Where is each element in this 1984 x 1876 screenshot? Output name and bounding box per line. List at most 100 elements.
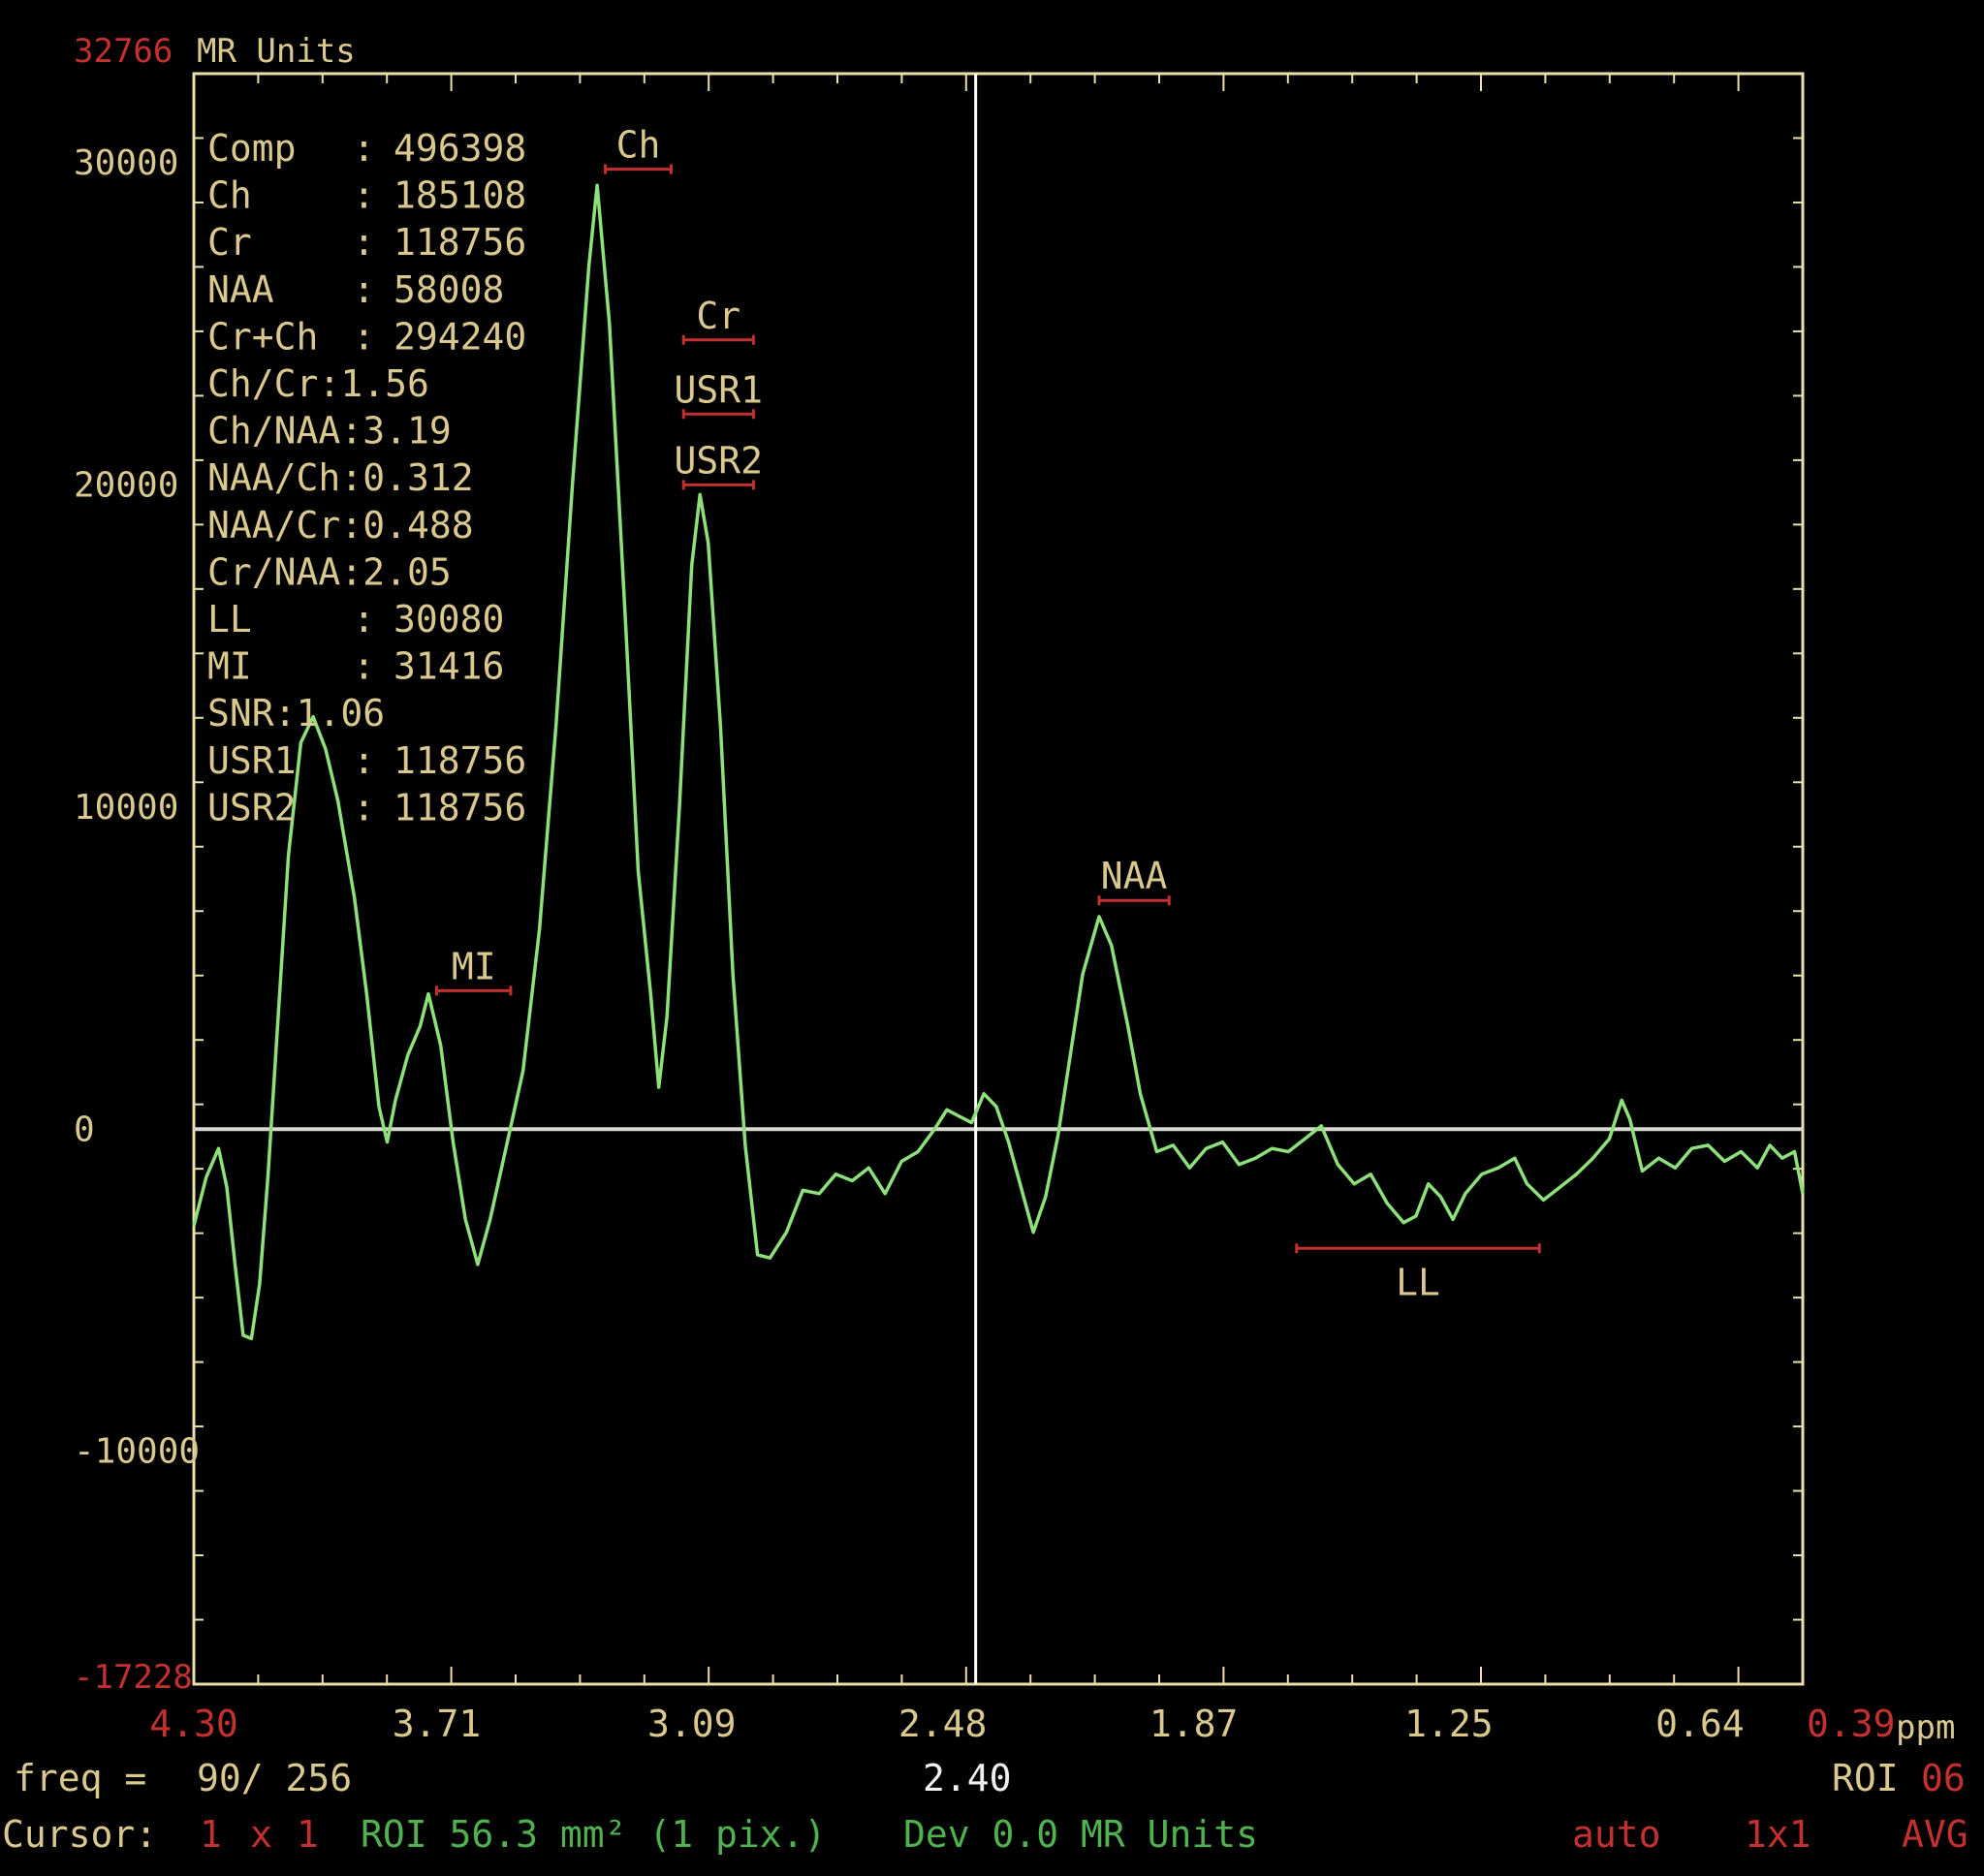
- stat-name: LL: [207, 598, 252, 641]
- footer-row-2: Cursor: 1 x 1 ROI 56.3 mm² (1 pix.) Dev …: [0, 1810, 1984, 1859]
- cursor-coord-b[interactable]: 1: [297, 1810, 319, 1859]
- y-tick-label: 10000: [74, 788, 178, 828]
- stat-value: 294240: [394, 315, 526, 358]
- stat-row: MI:31416: [207, 645, 504, 688]
- stat-row: Comp:496398: [207, 127, 526, 170]
- stat-name: Ch: [207, 174, 252, 217]
- stat-separator: :: [353, 174, 375, 217]
- stat-row: Ch/Cr:1.56: [207, 362, 429, 405]
- stat-name: NAA/Cr: [207, 504, 340, 547]
- x-tick-label: 1.87: [1149, 1703, 1239, 1745]
- stat-value: 30080: [394, 598, 504, 641]
- freq-value: 90/ 256: [197, 1757, 353, 1799]
- mode-avg[interactable]: AVG: [1902, 1810, 1968, 1859]
- cursor-label: Cursor:: [2, 1813, 158, 1856]
- marker-label: NAA: [1101, 855, 1168, 897]
- stat-name: NAA: [207, 268, 274, 311]
- spectrum-plot: 32766 MR Units 30000 20000 10000 0 -10000 -17…: [74, 32, 1955, 1747]
- roi-label: ROI: [1832, 1757, 1899, 1799]
- stat-value: 2.05: [362, 550, 452, 593]
- footer-row-1: freq = 90/ 256 2.40 ROI 06: [0, 1754, 1984, 1802]
- stat-separator: :: [340, 504, 362, 547]
- stat-separator: :: [353, 645, 375, 688]
- stat-value: 1.56: [340, 362, 429, 405]
- y-tick-label: -10000: [74, 1432, 200, 1472]
- cursor-coord-a[interactable]: 1: [200, 1810, 222, 1859]
- stat-name: SNR: [207, 692, 274, 735]
- stat-value: 118756: [394, 739, 526, 782]
- x-axis-labels: 4.30 3.71 3.09 2.48 1.87 1.25 0.64 0.39 ppm: [149, 1703, 1955, 1747]
- marker-label: MI: [452, 945, 496, 987]
- stat-separator: :: [274, 692, 297, 735]
- y-max-label: 32766: [74, 32, 173, 71]
- stat-value: 496398: [394, 127, 526, 170]
- stat-row: Cr+Ch:294240: [207, 315, 526, 358]
- cursor-coord-x: x: [250, 1813, 272, 1856]
- stat-separator: :: [340, 456, 362, 499]
- stat-separator: :: [353, 598, 375, 641]
- stat-value: 185108: [394, 174, 526, 217]
- stat-separator: :: [340, 550, 362, 593]
- stat-value: 0.488: [362, 504, 473, 547]
- x-tick-label: 2.48: [898, 1703, 988, 1745]
- mode-grid[interactable]: 1x1: [1745, 1810, 1811, 1859]
- stat-row: USR1:118756: [207, 739, 526, 782]
- y-tick-label: 20000: [74, 465, 178, 505]
- stat-row: Ch/NAA:3.19: [207, 410, 452, 453]
- stat-value: 3.19: [362, 410, 452, 453]
- stat-separator: :: [353, 739, 375, 782]
- units-label: MR Units: [197, 32, 356, 71]
- stat-name: NAA/Ch: [207, 456, 340, 499]
- stat-row: NAA/Ch:0.312: [207, 456, 474, 499]
- stat-row: Cr:118756: [207, 221, 526, 264]
- stat-value: 118756: [394, 786, 526, 829]
- x-tick-label: 1.25: [1404, 1703, 1494, 1745]
- stat-value: 31416: [394, 645, 504, 688]
- stat-separator: :: [340, 410, 362, 453]
- roi-info: ROI 56.3 mm² (1 pix.): [361, 1813, 827, 1856]
- stat-row: SNR:1.06: [207, 692, 385, 735]
- stat-value: 118756: [394, 221, 526, 264]
- stat-name: Ch/Cr: [207, 362, 318, 405]
- marker-label: LL: [1396, 1261, 1440, 1303]
- stat-row: NAA/Cr:0.488: [207, 504, 474, 547]
- marker-label: USR2: [675, 439, 764, 482]
- stat-row: Ch:185108: [207, 174, 526, 217]
- x-max-label: 0.39: [1807, 1703, 1896, 1745]
- y-min-label: -17228: [74, 1658, 193, 1697]
- stat-name: MI: [207, 645, 252, 688]
- marker-label: Cr: [696, 295, 740, 337]
- stat-row: USR2:118756: [207, 786, 526, 829]
- stat-separator: :: [319, 362, 341, 405]
- x-axis-unit: ppm: [1896, 1708, 1955, 1747]
- metabolite-stats: Comp:496398Ch:185108Cr:118756NAA:58008Cr…: [207, 127, 526, 829]
- stat-name: Ch/NAA: [207, 410, 340, 453]
- stat-separator: :: [353, 268, 375, 311]
- marker-label: Ch: [616, 124, 661, 167]
- stat-name: Cr/NAA: [207, 550, 340, 593]
- stat-row: NAA:58008: [207, 268, 504, 311]
- stat-name: USR1: [207, 739, 297, 782]
- stat-name: Cr+Ch: [207, 315, 318, 358]
- freq-label: freq =: [14, 1757, 147, 1799]
- stat-value: 0.312: [362, 456, 473, 499]
- stat-value: 1.06: [297, 692, 386, 735]
- stat-separator: :: [353, 315, 375, 358]
- mode-auto[interactable]: auto: [1572, 1810, 1661, 1859]
- x-min-label: 4.30: [149, 1703, 238, 1745]
- stat-name: Comp: [207, 127, 297, 170]
- stat-row: LL:30080: [207, 598, 504, 641]
- dev-info: Dev 0.0 MR Units: [903, 1813, 1259, 1856]
- y-tick-label: 30000: [74, 143, 178, 183]
- stat-separator: :: [353, 221, 375, 264]
- x-tick-label: 0.64: [1655, 1703, 1745, 1745]
- stat-name: USR2: [207, 786, 297, 829]
- y-axis-labels: 30000 20000 10000 0 -10000 -17228: [74, 143, 200, 1697]
- x-tick-label: 3.71: [393, 1703, 482, 1745]
- stat-separator: :: [353, 127, 375, 170]
- stat-row: Cr/NAA:2.05: [207, 550, 452, 593]
- roi-number: 06: [1921, 1757, 1966, 1799]
- y-tick-label: 0: [74, 1110, 95, 1149]
- peak-markers: MI Ch Cr USR1 USR2 NAA LL: [434, 124, 1541, 1303]
- marker-label: USR1: [675, 368, 764, 411]
